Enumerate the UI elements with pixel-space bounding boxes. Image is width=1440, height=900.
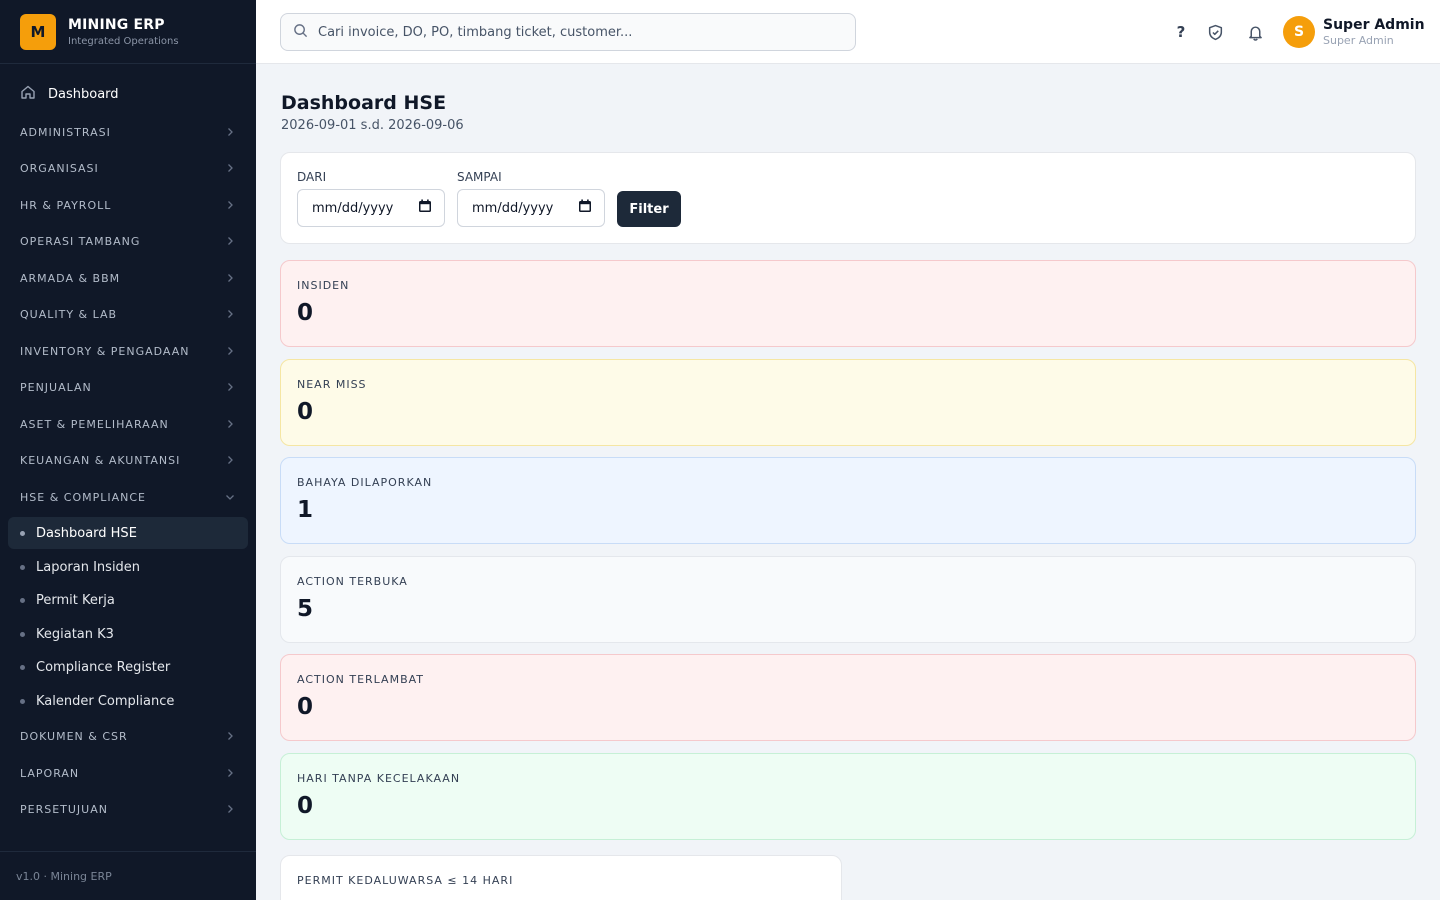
stat-label: PERMIT KEDALUWARSA ≤ 14 HARI	[297, 874, 514, 887]
stat-label: NEAR MISS	[297, 378, 367, 391]
sidebar-section-administrasi[interactable]: ADMINISTRASI	[8, 117, 248, 147]
stat-value: 0	[297, 399, 314, 425]
calendar-icon[interactable]	[418, 199, 432, 217]
search-bar[interactable]	[280, 13, 856, 51]
sidebar-item-dashboard[interactable]: Dashboard	[8, 78, 248, 110]
stat-label: ACTION TERBUKA	[297, 575, 408, 588]
sidebar-item-kalender-compliance[interactable]: Kalender Compliance	[8, 685, 248, 717]
stat-value: 5	[297, 596, 314, 622]
page-title: Dashboard HSE	[281, 92, 447, 114]
user-role: Super Admin	[1323, 34, 1394, 47]
from-label: DARI	[297, 170, 327, 184]
sidebar-section-keuangan-akuntansi[interactable]: KEUANGAN & AKUNTANSI	[8, 445, 248, 475]
stat-card-action-terbuka[interactable]: ACTION TERBUKA 5	[280, 556, 1416, 643]
help-icon[interactable]: ?	[1169, 20, 1193, 44]
bullet-icon	[20, 530, 25, 536]
stat-card-near-miss[interactable]: NEAR MISS 0	[280, 359, 1416, 446]
sidebar-section-operasi-tambang[interactable]: OPERASI TAMBANG	[8, 226, 248, 256]
sidebar-item-laporan-insiden[interactable]: Laporan Insiden	[8, 551, 248, 583]
chevron-right-icon	[224, 162, 236, 174]
sidebar-item-compliance-register[interactable]: Compliance Register	[8, 651, 248, 683]
sidebar: M MINING ERP Integrated Operations Dashb…	[0, 0, 256, 900]
sidebar-section-penjualan[interactable]: PENJUALAN	[8, 372, 248, 402]
permit-expiring-card[interactable]: PERMIT KEDALUWARSA ≤ 14 HARI	[280, 855, 842, 900]
search-input[interactable]	[318, 24, 838, 40]
chevron-right-icon	[224, 235, 236, 247]
stat-value: 1	[297, 497, 314, 523]
stat-value: 0	[297, 300, 314, 326]
brand-subtitle: Integrated Operations	[68, 35, 179, 47]
chevron-right-icon	[224, 126, 236, 138]
chevron-right-icon	[224, 767, 236, 779]
chevron-down-icon	[224, 491, 236, 503]
sidebar-section-aset-pemeliharaan[interactable]: ASET & PEMELIHARAAN	[8, 409, 248, 439]
bullet-icon	[20, 698, 25, 704]
topbar: ? S Super Admin Super Admin	[256, 0, 1440, 64]
sidebar-section-armada-bbm[interactable]: ARMADA & BBM	[8, 263, 248, 293]
search-icon	[293, 23, 308, 42]
bell-icon[interactable]	[1243, 20, 1267, 44]
avatar[interactable]: S	[1283, 16, 1315, 48]
home-icon	[20, 84, 48, 104]
sidebar-item-label: Dashboard	[48, 86, 119, 102]
stat-value: 0	[297, 694, 314, 720]
chevron-right-icon	[224, 272, 236, 284]
bullet-icon	[20, 564, 25, 570]
filter-card: DARI mm/dd/yyyy SAMPAI mm/dd/yyyy Filter	[280, 152, 1416, 244]
bullet-icon	[20, 597, 25, 603]
sidebar-section-organisasi[interactable]: ORGANISASI	[8, 153, 248, 183]
shield-icon[interactable]	[1203, 20, 1227, 44]
sidebar-section-laporan[interactable]: LAPORAN	[8, 758, 248, 788]
stat-card-bahaya-dilaporkan[interactable]: BAHAYA DILAPORKAN 1	[280, 457, 1416, 544]
brand-logo: M	[20, 13, 56, 50]
stat-card-hari-tanpa-kecelakaan[interactable]: HARI TANPA KECELAKAAN 0	[280, 753, 1416, 840]
sidebar-item-permit-kerja[interactable]: Permit Kerja	[8, 584, 248, 616]
sidebar-section-inventory-pengadaan[interactable]: INVENTORY & PENGADAAN	[8, 336, 248, 366]
bullet-icon	[20, 664, 25, 670]
chevron-right-icon	[224, 345, 236, 357]
brand[interactable]: M MINING ERP Integrated Operations	[0, 0, 256, 64]
stat-card-insiden[interactable]: INSIDEN 0	[280, 260, 1416, 347]
stat-label: ACTION TERLAMBAT	[297, 673, 425, 686]
sidebar-section-hse-compliance[interactable]: HSE & COMPLIANCE	[8, 482, 248, 512]
calendar-icon[interactable]	[578, 199, 592, 217]
stat-label: BAHAYA DILAPORKAN	[297, 476, 433, 489]
sidebar-section-hr-payroll[interactable]: HR & PAYROLL	[8, 190, 248, 220]
sidebar-section-dokumen-csr[interactable]: DOKUMEN & CSR	[8, 721, 248, 751]
brand-name: MINING ERP	[68, 16, 165, 33]
sidebar-section-quality-lab[interactable]: QUALITY & LAB	[8, 299, 248, 329]
filter-button[interactable]: Filter	[617, 191, 681, 227]
sidebar-item-dashboard-hse[interactable]: Dashboard HSE	[8, 517, 248, 549]
sidebar-item-kegiatan-k3[interactable]: Kegiatan K3	[8, 618, 248, 650]
chevron-right-icon	[224, 454, 236, 466]
sidebar-footer: v1.0 · Mining ERP	[0, 851, 256, 900]
chevron-right-icon	[224, 381, 236, 393]
sidebar-section-persetujuan[interactable]: PERSETUJUAN	[8, 794, 248, 824]
stat-value: 0	[297, 793, 314, 819]
from-date-input[interactable]: mm/dd/yyyy	[297, 189, 445, 227]
to-label: SAMPAI	[457, 170, 502, 184]
chevron-right-icon	[224, 730, 236, 742]
chevron-right-icon	[224, 308, 236, 320]
to-date-input[interactable]: mm/dd/yyyy	[457, 189, 605, 227]
bullet-icon	[20, 631, 25, 637]
chevron-right-icon	[224, 803, 236, 815]
chevron-right-icon	[224, 199, 236, 211]
page-date-range: 2026-09-01 s.d. 2026-09-06	[281, 118, 464, 133]
stat-label: INSIDEN	[297, 279, 350, 292]
chevron-right-icon	[224, 418, 236, 430]
user-name[interactable]: Super Admin	[1323, 17, 1425, 33]
stat-label: HARI TANPA KECELAKAAN	[297, 772, 461, 785]
stat-card-action-terlambat[interactable]: ACTION TERLAMBAT 0	[280, 654, 1416, 741]
